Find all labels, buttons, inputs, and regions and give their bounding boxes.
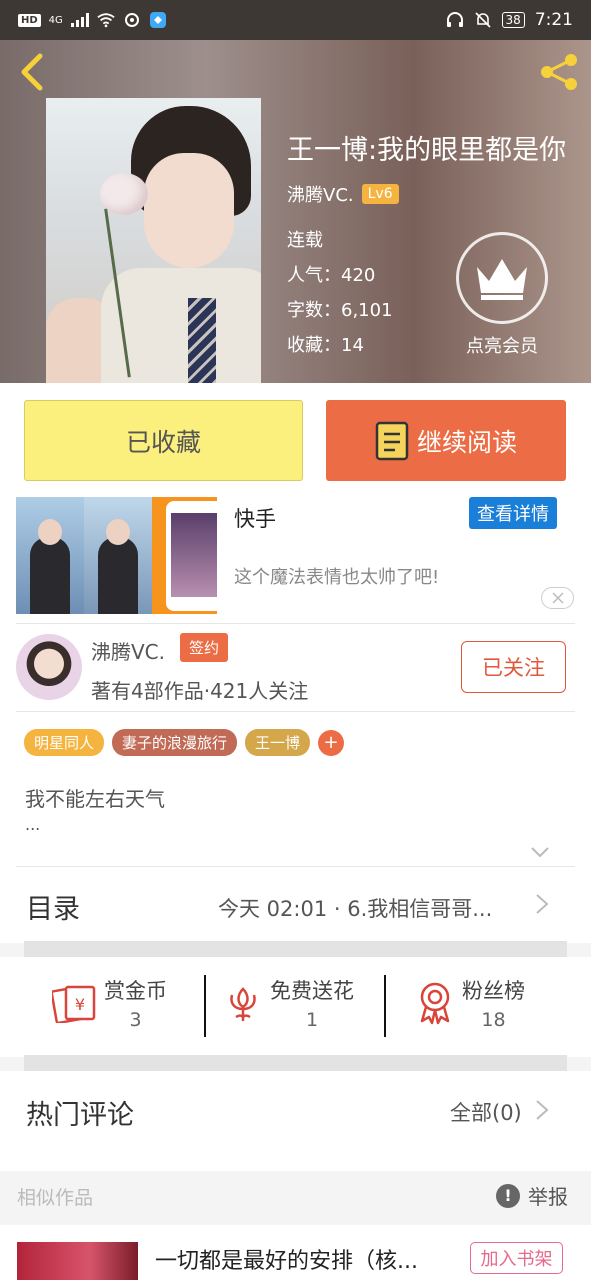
report-label: 举报 <box>528 1185 568 1209</box>
tag[interactable]: 明星同人 <box>24 729 105 756</box>
intro-ellipsis: ... <box>25 815 41 834</box>
status-bar: HD 4G 38 7:21 <box>0 0 591 40</box>
word-count-label: 字数： <box>287 300 341 321</box>
share-icon <box>541 54 577 90</box>
list-item[interactable]: 一切都是最好的安排（核... 加入书架 <box>0 1225 591 1280</box>
follow-button[interactable]: 已关注 <box>461 641 566 693</box>
reward-coins-count: 3 <box>129 1009 142 1031</box>
free-flower-button[interactable]: 免费送花 1 <box>224 975 354 1031</box>
free-flower-label: 免费送花 <box>270 979 354 1003</box>
chevron-right-icon <box>535 893 549 919</box>
signal-icon <box>70 11 89 29</box>
book-cover[interactable] <box>46 98 261 383</box>
close-icon <box>551 592 564 604</box>
similar-book-title[interactable]: 一切都是最好的安排（核... <box>155 1243 418 1275</box>
book-icon <box>375 421 409 460</box>
similar-works-header: 相似作品 ! 举报 <box>0 1171 591 1225</box>
signed-badge: 签约 <box>180 633 229 662</box>
continue-reading-label: 继续阅读 <box>416 427 517 457</box>
continue-reading-button[interactable]: 继续阅读 <box>326 400 566 481</box>
ad-banner[interactable]: 快手 查看详情 这个魔法表情也太帅了吧! <box>0 495 591 623</box>
latest-chapter: 今天 02:01 · 6.我相信哥哥... <box>218 897 493 921</box>
catalog-row[interactable]: 目录 今天 02:01 · 6.我相信哥哥... <box>0 867 591 943</box>
tag[interactable]: 王一博 <box>245 729 311 756</box>
ad-title: 快手 <box>234 507 276 531</box>
chevron-right-icon <box>535 1099 549 1125</box>
expand-intro-button[interactable] <box>530 843 550 862</box>
back-button[interactable] <box>14 50 50 94</box>
crown-icon <box>477 259 527 300</box>
author-card[interactable]: 沸腾VC. 签约 著有4部作品·421人关注 已关注 <box>0 623 591 711</box>
medal-icon <box>420 982 450 1025</box>
network-type: 4G <box>48 14 63 26</box>
ad-image[interactable] <box>16 497 217 614</box>
free-flower-count: 1 <box>305 1009 319 1031</box>
author-name[interactable]: 沸腾VC. <box>91 636 165 665</box>
chevron-down-icon <box>531 847 549 858</box>
reward-coins-label: 赏金币 <box>104 979 167 1003</box>
favorites-value: 14 <box>341 335 364 356</box>
vip-label: 点亮会员 <box>466 336 538 357</box>
popularity-stat: 人气：420 <box>287 261 375 287</box>
word-count-stat: 字数：6,101 <box>287 296 393 322</box>
catalog-label: 目录 <box>26 894 80 925</box>
book-status: 连载 <box>287 230 323 251</box>
favorites-label: 收藏： <box>287 335 341 356</box>
alert-icon: ! <box>496 1183 520 1208</box>
similar-works-label: 相似作品 <box>17 1187 94 1209</box>
avatar[interactable] <box>16 634 82 700</box>
mute-bell-icon <box>474 11 492 29</box>
fan-ranking-label: 粉丝榜 <box>462 979 525 1003</box>
support-row: ¥ 赏金币 3 免费送花 1 粉丝榜 18 <box>0 957 591 1057</box>
favorited-button[interactable]: 已收藏 <box>24 400 303 481</box>
book-intro: 我不能左右天气 <box>25 787 165 811</box>
app-notification-icon <box>149 11 167 29</box>
share-button[interactable] <box>537 50 581 94</box>
svg-text:¥: ¥ <box>75 995 85 1014</box>
add-tag-button[interactable]: + <box>318 729 345 756</box>
word-count-value: 6,101 <box>341 300 393 321</box>
chevron-left-icon <box>21 53 43 91</box>
add-to-shelf-button[interactable]: 加入书架 <box>470 1242 563 1274</box>
similar-book-cover[interactable] <box>17 1242 138 1280</box>
all-comments-link[interactable]: 全部(0) <box>450 1097 522 1127</box>
popularity-label: 人气： <box>287 265 341 286</box>
fan-ranking-button[interactable]: 粉丝榜 18 <box>416 975 525 1031</box>
author-stats: 著有4部作品·421人关注 <box>91 679 309 703</box>
tag[interactable]: 妻子的浪漫旅行 <box>112 729 238 756</box>
ad-description: 这个魔法表情也太帅了吧! <box>234 567 440 588</box>
fan-ranking-count: 18 <box>481 1009 506 1031</box>
hot-comments-label: 热门评论 <box>26 1100 134 1131</box>
ad-detail-button[interactable]: 查看详情 <box>469 497 557 529</box>
tag-list: 明星同人 妻子的浪漫旅行 王一博 + <box>24 729 345 756</box>
report-button[interactable]: ! 举报 <box>496 1181 568 1210</box>
favorites-stat: 收藏：14 <box>287 331 364 357</box>
book-author-line: 沸腾VC. Lv6 <box>287 181 399 207</box>
book-author-name[interactable]: 沸腾VC. <box>287 181 354 207</box>
tags-intro-section: 明星同人 妻子的浪漫旅行 王一博 + 我不能左右天气 ... <box>0 711 591 867</box>
popularity-value: 420 <box>341 265 376 286</box>
battery-indicator: 38 <box>501 12 525 28</box>
divider <box>24 1055 567 1071</box>
reward-coins-button[interactable]: ¥ 赏金币 3 <box>52 975 167 1031</box>
level-badge: Lv6 <box>361 184 399 204</box>
hd-indicator: HD <box>18 13 41 27</box>
sync-icon <box>123 11 141 29</box>
book-header: 王一博:我的眼里都是你 沸腾VC. Lv6 连载 人气：420 字数：6,101… <box>0 40 591 383</box>
wifi-icon <box>97 11 115 29</box>
hot-comments-row[interactable]: 热门评论 全部(0) <box>0 1071 591 1171</box>
headphones-icon <box>446 11 464 29</box>
divider <box>24 941 567 957</box>
red-envelope-icon: ¥ <box>52 985 96 1023</box>
clock: 7:21 <box>534 10 573 30</box>
book-title: 王一博:我的眼里都是你 <box>287 135 567 166</box>
ad-close-button[interactable] <box>541 587 574 609</box>
vip-button[interactable]: 点亮会员 <box>456 232 548 358</box>
flower-icon <box>230 987 256 1021</box>
action-bar: 已收藏 继续阅读 <box>0 383 591 495</box>
